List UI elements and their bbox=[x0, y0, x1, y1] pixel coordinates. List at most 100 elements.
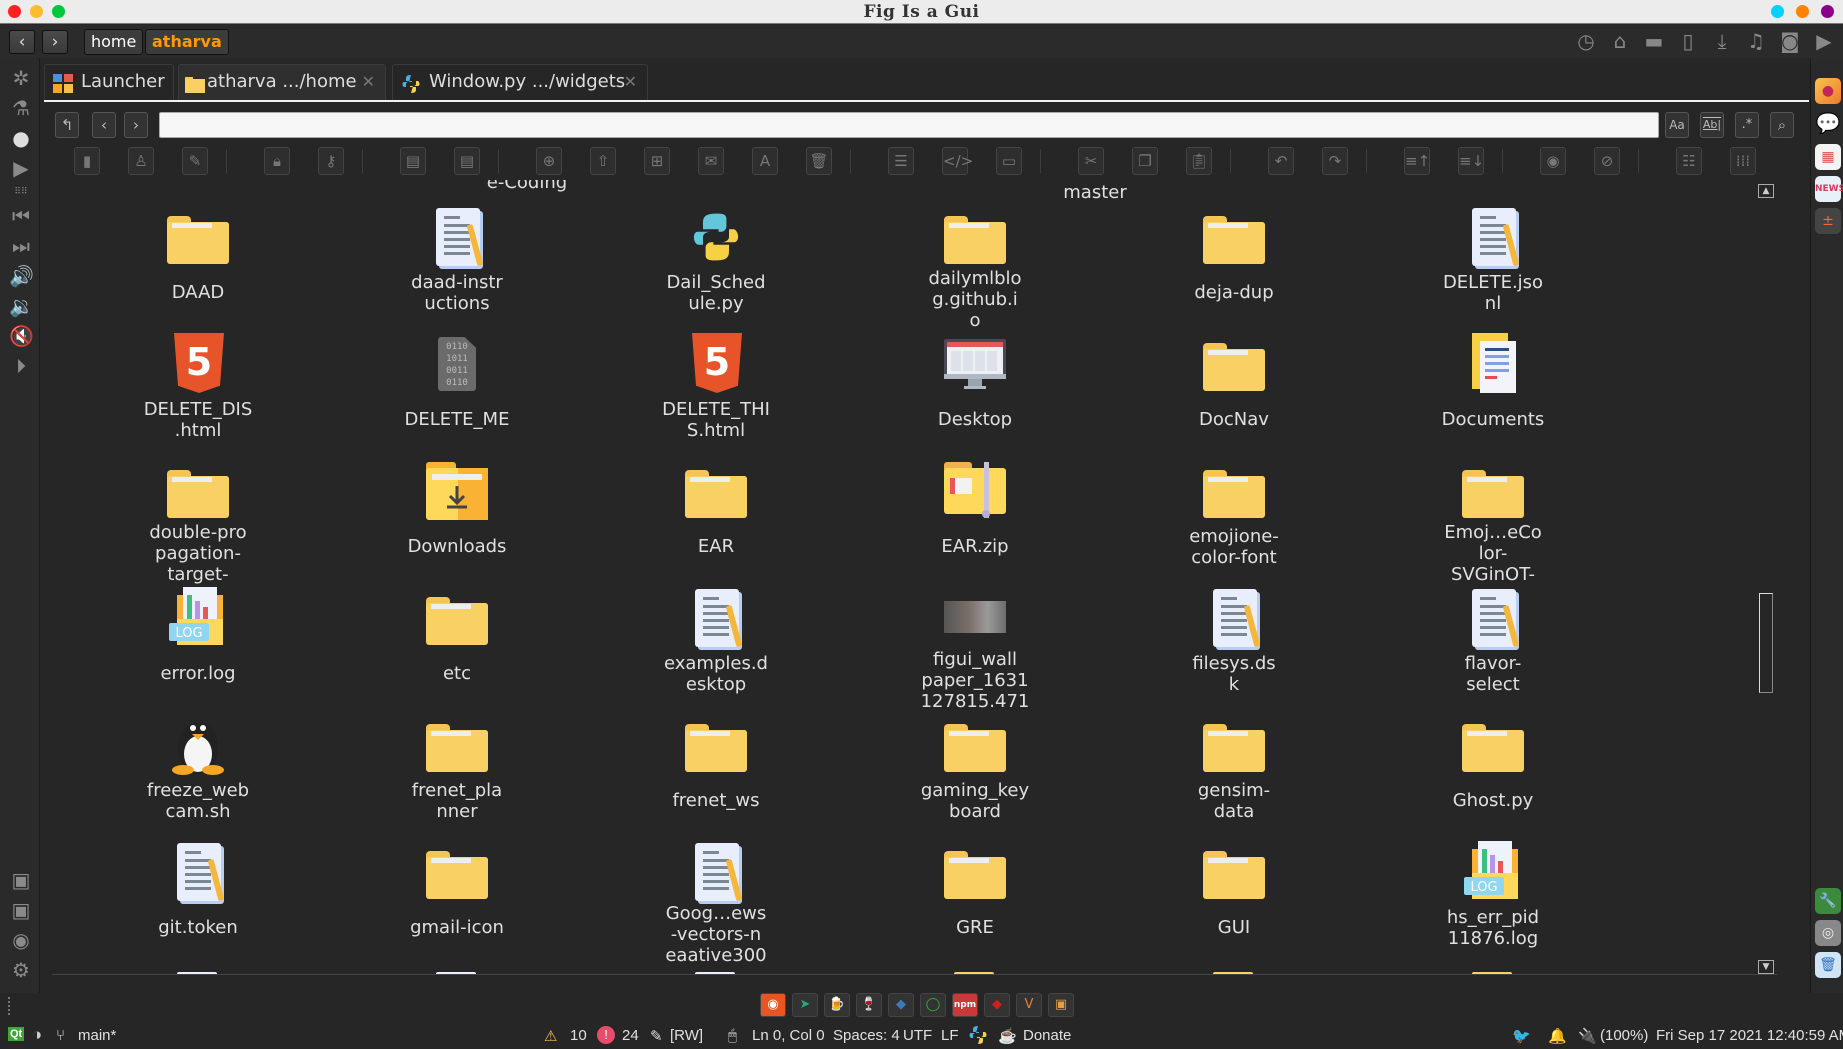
partial-file-icon[interactable] bbox=[436, 972, 476, 974]
close-tab-icon[interactable]: ✕ bbox=[362, 65, 375, 99]
sort-asc-icon[interactable]: ≡↑ bbox=[1404, 147, 1430, 175]
qt-icon[interactable]: Qt bbox=[8, 1027, 25, 1041]
search-input[interactable] bbox=[159, 112, 1659, 138]
file-item[interactable]: emojione-color-font bbox=[1134, 460, 1334, 568]
video-icon[interactable]: ▶ bbox=[1813, 30, 1835, 52]
donate-link[interactable]: Donate bbox=[1023, 1027, 1071, 1044]
folder-icon[interactable]: ▬ bbox=[1643, 30, 1665, 52]
lock-icon[interactable]: 🔒︎ bbox=[264, 147, 290, 175]
mail-icon[interactable]: ✉ bbox=[698, 147, 724, 175]
display-settings-icon[interactable]: ▣ bbox=[9, 868, 33, 892]
dock-app-vim[interactable]: V bbox=[1016, 993, 1042, 1017]
new-folder-icon[interactable]: ▤ bbox=[400, 147, 426, 175]
vertical-scrollbar-thumb[interactable] bbox=[1759, 593, 1773, 693]
display-icon[interactable]: ▣ bbox=[9, 898, 33, 922]
dock-app-python-pkg[interactable]: ◆ bbox=[888, 993, 914, 1017]
file-item[interactable]: figui_wall paper_1631 127815.471 bbox=[875, 587, 1075, 712]
camera-icon[interactable]: ◙ bbox=[1779, 30, 1801, 52]
dock-app-package[interactable]: ▣ bbox=[1048, 993, 1074, 1017]
play-icon[interactable]: ▶ bbox=[9, 156, 33, 180]
file-item[interactable]: DocNav bbox=[1134, 333, 1334, 430]
return-button[interactable]: ↰ bbox=[55, 112, 79, 138]
file-item[interactable]: frenet_pla nner bbox=[357, 714, 557, 822]
dock-app-arrow[interactable]: ➤ bbox=[792, 993, 818, 1017]
file-item[interactable]: EAR.zip bbox=[875, 460, 1075, 557]
breadcrumb-home[interactable]: home bbox=[84, 29, 144, 55]
list-view-icon[interactable]: ☷ bbox=[1676, 147, 1702, 175]
drag-grip[interactable] bbox=[8, 997, 12, 1015]
file-item[interactable]: 5 DELETE_DIS .html bbox=[98, 333, 298, 441]
drag-handle-icon[interactable]: ⠿⠿ bbox=[9, 180, 33, 204]
delete-icon[interactable]: 🗑︎ bbox=[806, 147, 832, 175]
tab-atharva-home[interactable]: atharva .../home ✕ bbox=[178, 64, 386, 100]
dock-app-npm[interactable]: npm bbox=[952, 993, 978, 1017]
file-item[interactable]: 0110 1011 0011 0110 DELETE_ME bbox=[357, 333, 557, 430]
theme-toggle-icon[interactable]: ◑ bbox=[32, 1025, 42, 1045]
fast-forward-icon[interactable]: ⏭ bbox=[9, 234, 33, 258]
file-item[interactable]: freeze_web cam.sh bbox=[98, 714, 298, 822]
file-item[interactable]: examples.d esktop bbox=[616, 587, 816, 695]
partial-file-icon[interactable] bbox=[954, 972, 994, 974]
warning-count[interactable]: 10 bbox=[570, 1027, 587, 1044]
git-branch[interactable]: main* bbox=[78, 1027, 116, 1044]
gear-icon[interactable]: ⚙ bbox=[9, 958, 33, 982]
code-icon[interactable]: </> bbox=[942, 147, 973, 175]
safe-icon[interactable]: ◎ bbox=[1815, 920, 1841, 946]
file-item[interactable]: EAR bbox=[616, 460, 816, 557]
window-dot-purple[interactable] bbox=[1821, 5, 1834, 18]
forward-button[interactable]: › bbox=[42, 30, 68, 54]
dock-app-ruby[interactable]: ◆ bbox=[984, 993, 1010, 1017]
file-item[interactable]: gmail-icon bbox=[357, 841, 557, 938]
file-item[interactable]: double-pro pagation-target- bbox=[98, 460, 298, 585]
file-item[interactable]: filesys.ds k bbox=[1134, 587, 1334, 695]
regex-button[interactable]: .* bbox=[1735, 112, 1759, 138]
search-forward-button[interactable]: › bbox=[124, 112, 148, 138]
file-item[interactable]: Downloads bbox=[357, 460, 557, 557]
file-item[interactable]: git.token bbox=[98, 841, 298, 938]
partial-file-icon[interactable] bbox=[1472, 972, 1512, 974]
cut-icon[interactable]: ✂ bbox=[1078, 147, 1104, 175]
open-folder-icon[interactable]: ▭ bbox=[996, 147, 1022, 175]
file-item[interactable]: DAAD bbox=[98, 206, 298, 303]
scroll-up-button[interactable]: ▲ bbox=[1758, 184, 1774, 198]
calculator-app-icon[interactable]: ± bbox=[1815, 208, 1841, 234]
window-dot-orange[interactable] bbox=[1796, 5, 1809, 18]
dock-app-beer[interactable]: 🍺 bbox=[824, 993, 850, 1017]
file-item[interactable]: DELETE.jso nl bbox=[1393, 206, 1593, 314]
encoding[interactable]: UTF bbox=[903, 1027, 932, 1044]
mail-app-icon[interactable]: ● bbox=[1815, 78, 1841, 104]
file-item[interactable]: LOG hs_err_pid 11876.log bbox=[1393, 841, 1593, 949]
redo-icon[interactable]: ↷ bbox=[1322, 147, 1348, 175]
settings-sliders-icon[interactable]: ☰ bbox=[888, 147, 914, 175]
calendar-app-icon[interactable]: ▦ bbox=[1815, 144, 1841, 170]
match-case-button[interactable]: Aa bbox=[1665, 112, 1689, 138]
search-icon[interactable]: ⌕ bbox=[1770, 112, 1794, 138]
rewind-icon[interactable]: ⏮ bbox=[9, 204, 33, 228]
folder-stack-icon[interactable]: ▤ bbox=[454, 147, 480, 175]
indentation[interactable]: Spaces: 4 bbox=[833, 1027, 900, 1044]
download-icon[interactable]: ⤓ bbox=[1711, 30, 1733, 52]
sort-desc-icon[interactable]: ≡↓ bbox=[1458, 147, 1484, 175]
grid-view-icon[interactable]: ⁞⁞⁞ bbox=[1730, 147, 1756, 175]
bookmark-icon[interactable]: ▮ bbox=[74, 147, 100, 175]
cursor-position[interactable]: Ln 0, Col 0 bbox=[752, 1027, 825, 1044]
error-count[interactable]: 24 bbox=[622, 1027, 639, 1044]
tab-launcher[interactable]: Launcher bbox=[44, 64, 174, 100]
show-hidden-icon[interactable]: ◉ bbox=[1540, 147, 1566, 175]
mute-icon[interactable]: 🔇 bbox=[9, 324, 34, 348]
flask-icon[interactable]: ⚗ bbox=[9, 96, 33, 120]
file-item[interactable]: frenet_ws bbox=[616, 714, 816, 811]
tab-window-py[interactable]: Window.py .../widgets ✕ bbox=[392, 64, 648, 100]
breadcrumb-atharva[interactable]: atharva bbox=[145, 29, 229, 55]
file-item[interactable]: GUI bbox=[1134, 841, 1334, 938]
chat-app-icon[interactable]: 💬 bbox=[1815, 110, 1841, 136]
github-icon[interactable]: ● bbox=[9, 126, 33, 150]
partial-file-icon[interactable] bbox=[177, 972, 217, 974]
play-circle-icon[interactable]: ⏵ bbox=[9, 354, 33, 378]
bug-icon[interactable]: ✲ bbox=[9, 66, 33, 90]
file-item[interactable]: Dail_Sched ule.py bbox=[616, 206, 816, 314]
user-icon[interactable]: ◉ bbox=[9, 928, 33, 952]
undo-icon[interactable]: ↶ bbox=[1268, 147, 1294, 175]
file-item[interactable]: gaming_key board bbox=[875, 714, 1075, 822]
file-item[interactable]: dailymlblo g.github.i o bbox=[875, 206, 1075, 331]
